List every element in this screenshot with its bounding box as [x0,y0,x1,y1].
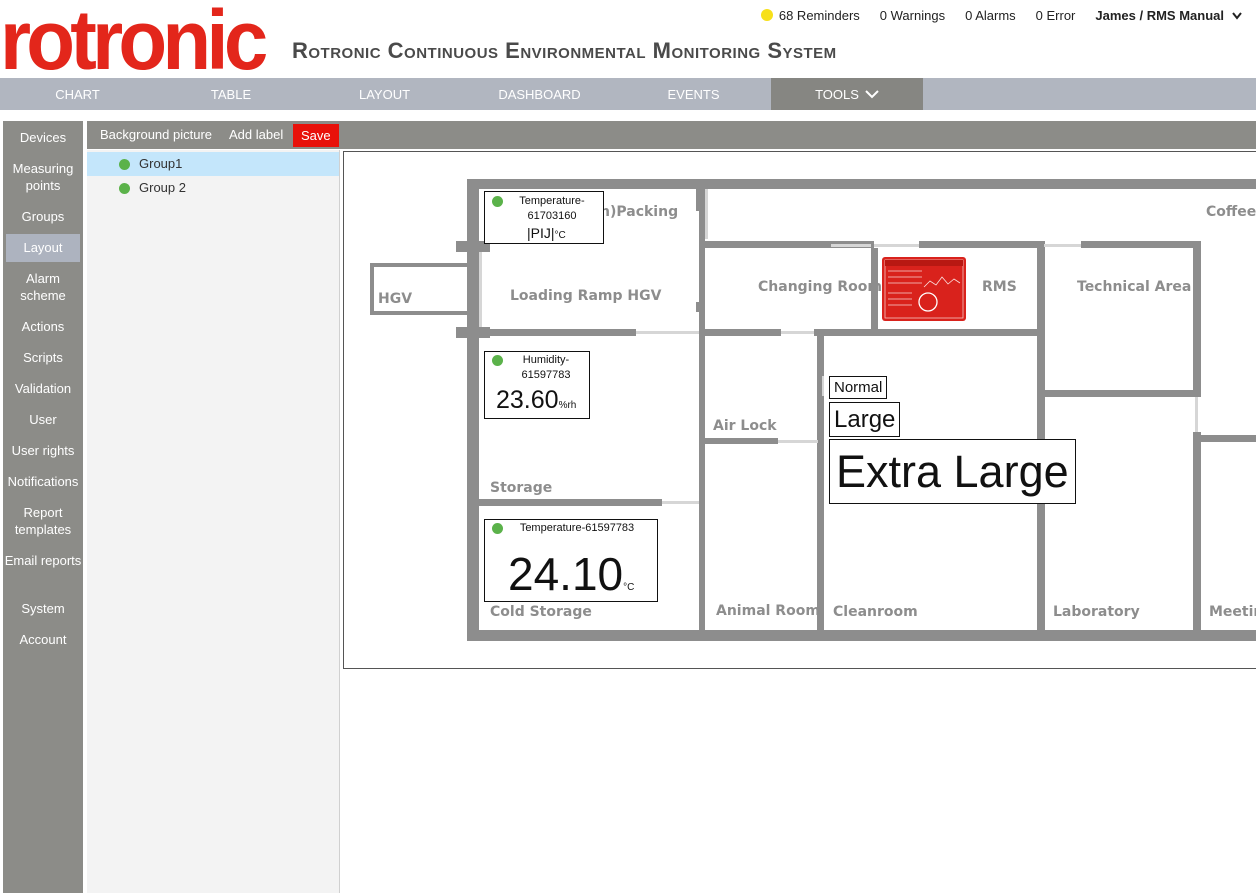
status-dot-icon [492,523,503,534]
status-dot-icon [492,355,503,366]
sensor-reading: 24.10°C [508,547,634,601]
group-item-group1[interactable]: Group1 [87,152,339,176]
tab-events[interactable]: EVENTS [617,78,770,110]
label-extra-large[interactable]: Extra Large [829,439,1076,504]
rotronic-logo: rotronic [0,0,268,87]
sidebar-item-devices[interactable]: Devices [3,129,83,146]
room-meeting: Meeting [1209,604,1256,620]
rms-screen-thumbnail[interactable] [882,257,966,321]
reminders-count: 68 Reminders [778,8,860,23]
sensor-name: Temperature-61703160 [519,195,585,222]
sidebar-item-user-rights[interactable]: User rights [3,442,83,459]
app-title: Rotronic Continuous Environmental Monito… [292,38,837,63]
room-hgv: HGV [378,291,413,307]
sidebar-item-groups[interactable]: Groups [3,208,83,225]
sensor-widget-temperature-61597783[interactable]: Temperature-61597783 24.10°C [484,519,658,602]
sidebar-item-report-templates[interactable]: Report templates [3,504,83,538]
sidebar-item-scripts[interactable]: Scripts [3,349,83,366]
room-changing: Changing Room [758,279,882,295]
chevron-down-icon [1232,12,1242,20]
room-cleanroom: Cleanroom [833,604,918,620]
status-dot-icon [492,196,503,207]
errors-link[interactable]: 0 Error [1036,8,1076,23]
save-button[interactable]: Save [293,124,339,147]
sensor-value: 23.60 [496,386,559,414]
group-label: Group 2 [139,180,186,195]
sidebar-item-layout[interactable]: Layout [6,234,80,262]
sensor-value: 24.10 [508,548,624,600]
sensor-unit: %rh [558,400,577,411]
status-bar: 68 Reminders 0 Warnings 0 Alarms 0 Error… [760,8,1242,23]
sensor-unit: °C [623,582,635,593]
sidebar-item-user[interactable]: User [3,411,83,428]
sidebar-item-email-reports[interactable]: Email reports [3,552,83,569]
room-coffee: Coffee C [1206,204,1256,220]
room-packing: n)Packing [600,204,679,220]
room-laboratory: Laboratory [1053,604,1140,620]
status-dot-icon [119,183,130,194]
sensor-name: Humidity-61597783 [521,354,571,381]
room-loading-ramp: Loading Ramp HGV [510,288,662,304]
room-cold-storage: Cold Storage [490,604,592,620]
chevron-down-icon [865,90,879,99]
sidebar-item-validation[interactable]: Validation [3,380,83,397]
reminders-link[interactable]: 68 Reminders [760,8,860,23]
sidebar: Devices Measuring points Groups Layout A… [3,121,83,893]
top-nav: CHART TABLE LAYOUT DASHBOARD EVENTS TOOL… [0,78,1256,110]
tab-chart[interactable]: CHART [0,78,155,110]
sidebar-item-system[interactable]: System [3,600,83,617]
sidebar-item-account[interactable]: Account [3,631,83,648]
sidebar-item-alarm-scheme[interactable]: Alarm scheme [3,270,83,304]
add-label-button[interactable]: Add label [229,121,283,149]
tab-layout[interactable]: LAYOUT [307,78,462,110]
sidebar-item-actions[interactable]: Actions [3,318,83,335]
sensor-unit: °C [554,230,566,241]
tab-tools[interactable]: TOOLS [771,78,923,110]
tab-table[interactable]: TABLE [155,78,307,110]
group-item-group2[interactable]: Group 2 [87,176,339,200]
reminder-dot-icon [760,9,773,21]
rms-screen-image [884,259,964,319]
sensor-reading: 23.60%rh [496,386,576,415]
sensor-value: |PIJ| [527,225,555,241]
groups-panel: Group1 Group 2 [87,150,340,893]
sensor-widget-temperature-61703160[interactable]: Temperature-61703160 |PIJ|°C [484,191,604,244]
floor-plan [370,179,1256,641]
tab-dashboard[interactable]: DASHBOARD [462,78,617,110]
layout-toolbar: Background picture Add label Save [87,121,1256,149]
sensor-reading: |PIJ|°C [527,225,566,241]
background-picture-button[interactable]: Background picture [100,121,212,149]
sidebar-item-measuring-points[interactable]: Measuring points [3,160,83,194]
layout-canvas[interactable]: n)Packing Coffee C HGV Loading Ramp HGV … [343,151,1256,669]
label-large[interactable]: Large [829,402,901,437]
room-storage: Storage [490,480,553,496]
group-label: Group1 [139,156,183,171]
alarms-link[interactable]: 0 Alarms [965,8,1016,23]
sidebar-item-notifications[interactable]: Notifications [3,473,83,490]
room-air-lock: Air Lock [713,418,777,434]
room-technical: Technical Area [1077,279,1192,295]
sensor-name: Temperature-61597783 [519,522,635,534]
room-animal: Animal Room [716,603,820,619]
sensor-widget-humidity-61597783[interactable]: Humidity-61597783 23.60%rh [484,351,590,419]
label-normal[interactable]: Normal [829,376,888,399]
user-name: James / RMS Manual [1095,8,1224,23]
user-menu[interactable]: James / RMS Manual [1095,8,1242,23]
tab-tools-label: TOOLS [815,87,859,102]
room-rms: RMS [982,279,1017,295]
warnings-link[interactable]: 0 Warnings [880,8,945,23]
status-dot-icon [119,159,130,170]
